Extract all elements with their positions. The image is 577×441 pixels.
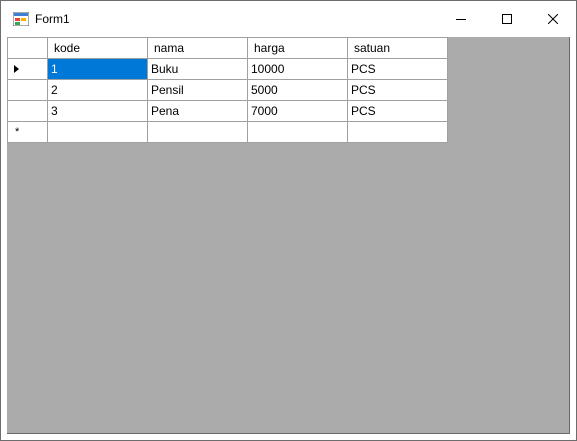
top-left-header-cell[interactable]	[7, 37, 48, 59]
cell-satuan[interactable]: PCS	[347, 79, 448, 101]
cell-kode[interactable]: 1	[47, 58, 148, 80]
column-header-kode[interactable]: kode	[47, 37, 148, 59]
cell-nama[interactable]: Pena	[147, 100, 248, 122]
column-header-satuan[interactable]: satuan	[347, 37, 448, 59]
cell-kode[interactable]: 3	[47, 100, 148, 122]
new-cell-kode[interactable]	[47, 121, 148, 143]
app-form-icon	[13, 12, 29, 26]
form-window: Form1 kode nama harga satuan 1 Buku 1000…	[0, 0, 577, 441]
table-row: 1 Buku 10000 PCS	[7, 58, 448, 80]
row-header[interactable]	[7, 58, 48, 80]
cell-satuan[interactable]: PCS	[347, 100, 448, 122]
close-button[interactable]	[530, 1, 576, 37]
new-row-star-icon: *	[15, 126, 20, 138]
cell-kode[interactable]: 2	[47, 79, 148, 101]
new-row: *	[7, 121, 448, 143]
maximize-button[interactable]	[484, 1, 530, 37]
maximize-icon	[502, 14, 512, 24]
row-header[interactable]	[7, 79, 48, 101]
window-title: Form1	[35, 12, 70, 26]
data-grid-view[interactable]: kode nama harga satuan 1 Buku 10000 PCS …	[7, 37, 570, 434]
title-bar[interactable]: Form1	[1, 1, 576, 37]
minimize-button[interactable]	[438, 1, 484, 37]
cell-satuan[interactable]: PCS	[347, 58, 448, 80]
new-cell-satuan[interactable]	[347, 121, 448, 143]
column-header-row: kode nama harga satuan	[7, 37, 448, 59]
row-indicator-arrow-icon	[14, 65, 19, 73]
close-icon	[548, 14, 558, 24]
row-header[interactable]	[7, 100, 48, 122]
new-row-header[interactable]: *	[7, 121, 48, 143]
cell-nama[interactable]: Pensil	[147, 79, 248, 101]
form-client-area: kode nama harga satuan 1 Buku 10000 PCS …	[7, 37, 570, 434]
data-grid-table: kode nama harga satuan 1 Buku 10000 PCS …	[7, 37, 448, 143]
table-row: 3 Pena 7000 PCS	[7, 100, 448, 122]
minimize-icon	[456, 19, 466, 20]
cell-harga[interactable]: 5000	[247, 79, 348, 101]
cell-harga[interactable]: 7000	[247, 100, 348, 122]
table-row: 2 Pensil 5000 PCS	[7, 79, 448, 101]
column-header-harga[interactable]: harga	[247, 37, 348, 59]
cell-nama[interactable]: Buku	[147, 58, 248, 80]
cell-harga[interactable]: 10000	[247, 58, 348, 80]
new-cell-nama[interactable]	[147, 121, 248, 143]
column-header-nama[interactable]: nama	[147, 37, 248, 59]
new-cell-harga[interactable]	[247, 121, 348, 143]
